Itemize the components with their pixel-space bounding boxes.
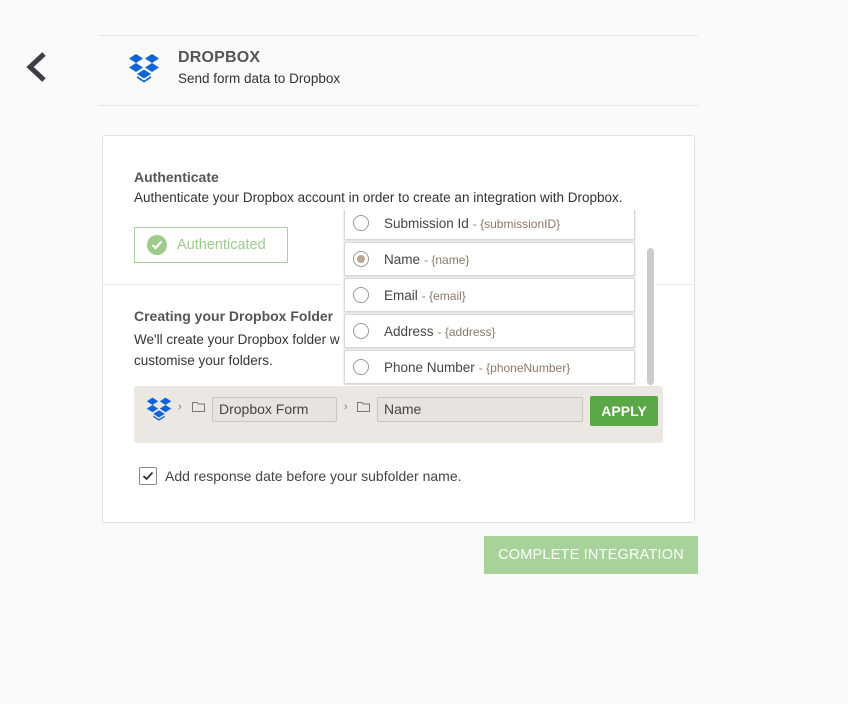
radio-selected-dot bbox=[357, 255, 365, 263]
dropdown-option-email[interactable]: Email - {email} bbox=[344, 278, 635, 312]
chevron-right-icon: › bbox=[344, 401, 348, 413]
back-button[interactable] bbox=[22, 50, 54, 84]
dropdown-option-phone-number[interactable]: Phone Number - {phoneNumber} bbox=[344, 350, 635, 384]
apply-button[interactable]: APPLY bbox=[590, 396, 658, 426]
folder-heading: Creating your Dropbox Folder bbox=[134, 308, 334, 324]
folder-description: We'll create your Dropbox folder w custo… bbox=[134, 332, 340, 368]
dropbox-logo-icon bbox=[146, 396, 172, 427]
authenticated-button[interactable]: Authenticated bbox=[134, 227, 288, 263]
complete-integration-button[interactable]: COMPLETE INTEGRATION bbox=[484, 536, 698, 574]
response-date-checkbox[interactable] bbox=[139, 467, 157, 485]
option-label: Name - {name} bbox=[384, 251, 470, 267]
dropdown-option-submission-id[interactable]: Submission Id - {submissionID} bbox=[344, 210, 635, 240]
radio-button[interactable] bbox=[353, 251, 369, 267]
dropdown-scrollbar[interactable] bbox=[647, 248, 654, 385]
dropbox-logo-icon bbox=[128, 52, 160, 89]
folder-icon bbox=[357, 402, 370, 412]
authenticated-label: Authenticated bbox=[177, 237, 266, 253]
folder-path-bar: › Dropbox Form › Name APPLY bbox=[134, 386, 663, 443]
folder-icon bbox=[192, 402, 205, 412]
subfolder-input[interactable]: Name bbox=[377, 397, 583, 422]
integration-subtitle: Send form data to Dropbox bbox=[178, 71, 341, 86]
authenticate-description: Authenticate your Dropbox account in ord… bbox=[134, 190, 623, 205]
chevron-right-icon: › bbox=[178, 401, 182, 413]
option-label: Address - {address} bbox=[384, 323, 496, 339]
radio-button[interactable] bbox=[353, 215, 369, 231]
chevron-left-icon bbox=[26, 52, 46, 82]
integration-title: DROPBOX bbox=[178, 49, 261, 66]
field-dropdown: Submission Id - {submissionID} Name - {nam… bbox=[341, 210, 657, 385]
root-folder-input[interactable]: Dropbox Form bbox=[212, 397, 337, 422]
option-label: Phone Number - {phoneNumber} bbox=[384, 359, 571, 375]
dropdown-option-name[interactable]: Name - {name} bbox=[344, 242, 635, 276]
check-circle-icon bbox=[147, 235, 167, 255]
checkmark-icon bbox=[142, 471, 154, 481]
radio-button[interactable] bbox=[353, 359, 369, 375]
radio-button[interactable] bbox=[353, 287, 369, 303]
dropdown-option-address[interactable]: Address - {address} bbox=[344, 314, 635, 348]
option-label: Submission Id - {submissionID} bbox=[384, 215, 561, 231]
authenticate-heading: Authenticate bbox=[134, 169, 219, 185]
option-label: Email - {email} bbox=[384, 287, 466, 303]
response-date-option: Add response date before your subfolder … bbox=[139, 467, 462, 485]
integration-header: DROPBOX Send form data to Dropbox bbox=[98, 35, 698, 106]
radio-button[interactable] bbox=[353, 323, 369, 339]
response-date-label: Add response date before your subfolder … bbox=[165, 468, 462, 484]
